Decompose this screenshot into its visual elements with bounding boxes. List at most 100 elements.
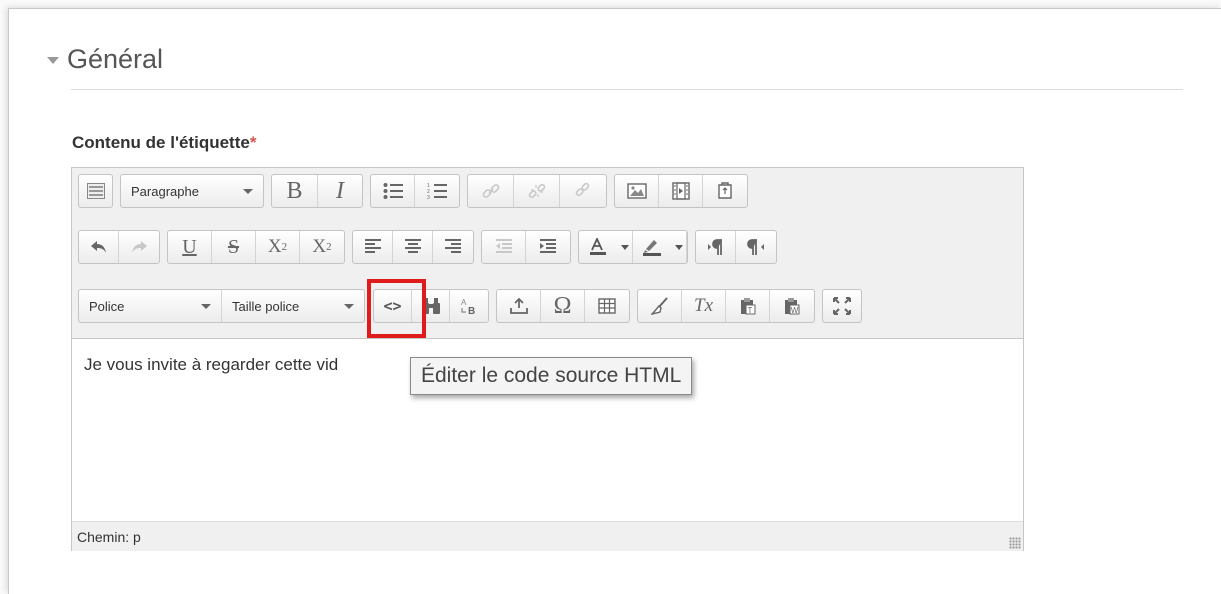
section-header-general[interactable]: Général xyxy=(47,39,163,79)
undo-icon xyxy=(90,241,106,253)
tooltip: Éditer le code source HTML xyxy=(410,357,693,395)
insert-group: Ω xyxy=(496,289,630,323)
background-color-icon xyxy=(643,240,661,256)
svg-text:3: 3 xyxy=(427,195,430,200)
redo-button[interactable] xyxy=(119,231,159,263)
superscript-x: X xyxy=(312,236,327,257)
upload-icon xyxy=(509,297,528,314)
subscript-button[interactable]: X2 xyxy=(256,231,300,263)
binoculars-icon xyxy=(421,298,440,314)
align-left-icon xyxy=(364,239,381,253)
underline-button[interactable]: U xyxy=(168,231,212,263)
link-group xyxy=(467,174,607,208)
strikethrough-button[interactable]: S xyxy=(212,231,256,263)
background-color-button[interactable] xyxy=(633,231,671,263)
media-group xyxy=(614,174,748,208)
resize-handle-icon[interactable] xyxy=(1009,537,1021,549)
remove-format-button[interactable]: Tx xyxy=(682,290,726,322)
redo-icon xyxy=(132,241,147,253)
align-right-button[interactable] xyxy=(433,231,473,263)
link-button[interactable] xyxy=(468,175,514,207)
table-button[interactable] xyxy=(585,290,629,322)
bullet-list-button[interactable] xyxy=(371,175,415,207)
align-center-icon xyxy=(404,239,421,253)
film-icon xyxy=(671,182,690,200)
insert-image-button[interactable] xyxy=(615,175,659,207)
numbered-list-icon: 123 xyxy=(427,183,447,200)
format-select-group: Paragraphe xyxy=(120,174,264,208)
insert-media-button[interactable] xyxy=(659,175,703,207)
section-title: Général xyxy=(67,43,164,74)
paste-word-button[interactable]: W xyxy=(770,290,814,322)
chevron-down-icon xyxy=(620,244,629,250)
toolbar-row-3: Police Taille police <> AB Ω Tx T W xyxy=(78,288,869,324)
ltr-button[interactable] xyxy=(696,231,736,263)
toolbar-toggle-icon[interactable] xyxy=(79,175,112,207)
background-color-dropdown[interactable] xyxy=(671,231,687,263)
anchor-link-icon xyxy=(575,182,590,197)
align-left-button[interactable] xyxy=(353,231,393,263)
manage-files-button[interactable] xyxy=(703,175,747,207)
chevron-down-icon xyxy=(344,303,354,309)
indent-button[interactable] xyxy=(526,231,570,263)
format-select[interactable]: Paragraphe xyxy=(121,175,263,207)
text-color-button[interactable] xyxy=(579,231,617,263)
svg-text:B: B xyxy=(468,306,475,315)
element-path[interactable]: Chemin: p xyxy=(77,529,141,545)
field-label-text: Contenu de l'étiquette xyxy=(72,133,250,152)
indent-group xyxy=(481,230,571,264)
numbered-list-button[interactable]: 123 xyxy=(415,175,459,207)
text-style-group: B I xyxy=(271,174,363,208)
clean-up-button[interactable] xyxy=(638,290,682,322)
spellcheck-button[interactable]: AB xyxy=(450,290,488,322)
fullscreen-group xyxy=(822,289,862,323)
italic-button[interactable]: I xyxy=(318,175,362,207)
chevron-down-icon xyxy=(674,244,683,250)
table-icon xyxy=(598,298,616,314)
anchor-button[interactable] xyxy=(560,175,606,207)
tools-group: <> AB xyxy=(373,289,489,323)
rtl-paragraph-icon xyxy=(747,239,764,255)
text-color-icon xyxy=(590,238,606,255)
indent-icon xyxy=(540,239,556,253)
history-group xyxy=(78,230,160,264)
chevron-down-icon xyxy=(201,303,211,309)
clean-group: Tx T W xyxy=(637,289,815,323)
special-char-button[interactable]: Ω xyxy=(541,290,585,322)
find-replace-button[interactable] xyxy=(412,290,450,322)
rtl-button[interactable] xyxy=(736,231,776,263)
subscript-x: X xyxy=(267,236,282,257)
subscript-2: 2 xyxy=(281,241,288,253)
font-size-select[interactable]: Taille police xyxy=(222,290,364,322)
upload-button[interactable] xyxy=(497,290,541,322)
align-right-icon xyxy=(445,239,461,253)
link-icon xyxy=(482,184,499,198)
collapse-caret-icon[interactable] xyxy=(47,56,59,64)
source-code-button[interactable]: <> xyxy=(374,290,412,322)
editor-paragraph[interactable]: Je vous invite à regarder cette vid xyxy=(84,355,338,375)
required-asterisk: * xyxy=(249,133,257,152)
file-manager-icon xyxy=(718,182,732,199)
bullet-list-icon xyxy=(383,183,403,199)
align-center-button[interactable] xyxy=(393,231,433,263)
font-size-value: Taille police xyxy=(232,298,300,314)
text-color-dropdown[interactable] xyxy=(617,231,633,263)
toolbar-row-1: Paragraphe B I 123 xyxy=(78,173,755,209)
field-label: Contenu de l'étiquette* xyxy=(72,133,256,153)
alignment-group xyxy=(352,230,474,264)
superscript-2: 2 xyxy=(326,241,332,253)
font-family-select[interactable]: Police xyxy=(79,290,222,322)
toolbar-row-2: U S X2 X2 xyxy=(78,229,784,265)
superscript-button[interactable]: X2 xyxy=(300,231,344,263)
chevron-down-icon xyxy=(243,188,253,194)
unlink-button[interactable] xyxy=(514,175,560,207)
undo-button[interactable] xyxy=(79,231,119,263)
direction-group xyxy=(695,230,777,264)
font-select-group: Police Taille police xyxy=(78,289,365,323)
paste-text-button[interactable]: T xyxy=(726,290,770,322)
fullscreen-button[interactable] xyxy=(823,290,861,322)
outdent-button[interactable] xyxy=(482,231,526,263)
bold-button[interactable]: B xyxy=(272,175,318,207)
outdent-icon xyxy=(495,239,512,253)
paste-word-icon: W xyxy=(785,298,800,315)
